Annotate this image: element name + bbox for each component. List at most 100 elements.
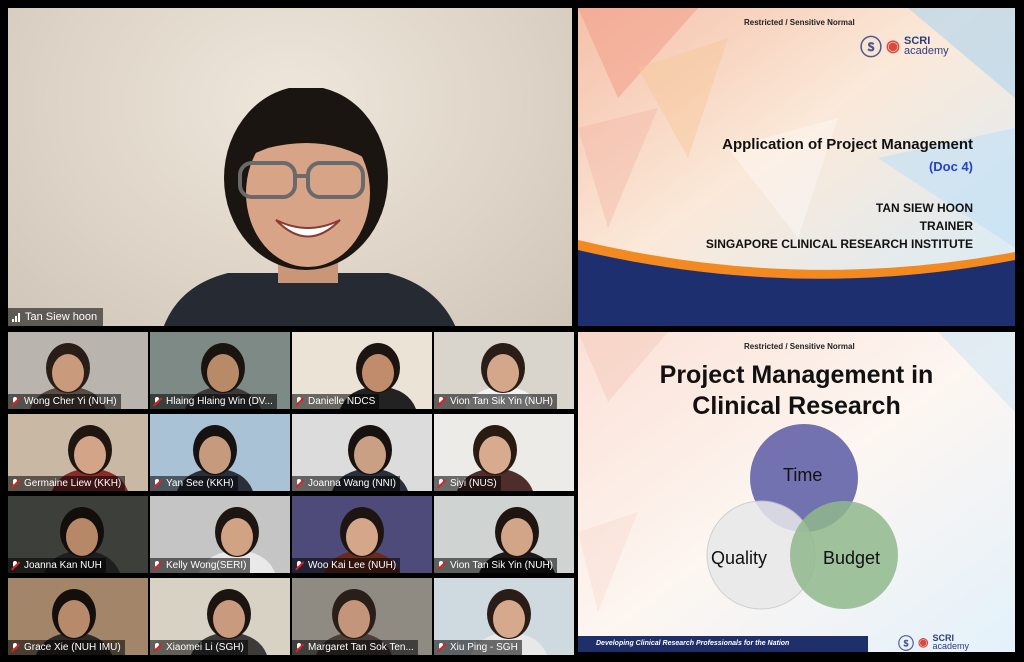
mic-muted-icon — [11, 479, 20, 488]
person-face — [74, 436, 106, 474]
participant-name-tag: Germaine Liew (KKH) — [8, 476, 126, 491]
participant-name-tag: Vion Tan Sik Yin (NUH) — [434, 394, 558, 409]
participant-name-tag: Woo Kai Lee (NUH) — [292, 558, 401, 573]
participant-name: Grace Xie (NUH IMU) — [24, 642, 121, 653]
participant-name: Vion Tan Sik Yin (NUH) — [450, 396, 554, 407]
person-face — [52, 354, 84, 392]
participant-tile[interactable]: Woo Kai Lee (NUH) — [292, 496, 432, 573]
participant-tile[interactable]: Wong Cher Yi (NUH) — [8, 332, 148, 409]
participant-name-tag: Kelly Wong(SERI) — [150, 558, 251, 573]
participant-name-tag: Xiu Ping - SGH — [434, 640, 522, 655]
person-face — [487, 354, 519, 392]
participant-name-tag: Joanna Wang (NNI) — [292, 476, 400, 491]
participant-tile[interactable]: Joanna Wang (NNI) — [292, 414, 432, 491]
shared-slide-venn: Restricted / Sensitive Normal Project Ma… — [578, 332, 1015, 652]
mic-muted-icon — [153, 643, 162, 652]
person-face — [346, 518, 378, 556]
participant-tile[interactable]: Kelly Wong(SERI) — [150, 496, 290, 573]
mic-muted-icon — [153, 397, 162, 406]
signal-strength-icon — [12, 312, 20, 322]
person-face — [199, 436, 231, 474]
participant-name-tag: Vion Tan Sik Yin (NUH) — [434, 558, 558, 573]
participant-tile[interactable]: Hlaing Hlaing Win (DV... — [150, 332, 290, 409]
participant-name: Hlaing Hlaing Win (DV... — [166, 396, 273, 407]
mic-muted-icon — [295, 397, 304, 406]
participant-name: Vion Tan Sik Yin (NUH) — [450, 560, 554, 571]
mic-muted-icon — [437, 479, 446, 488]
participant-name: Siyi (NUS) — [450, 478, 497, 489]
shared-slide-title: Restricted / Sensitive Normal ⓢ ◉ SCRI a… — [578, 8, 1015, 326]
mic-muted-icon — [437, 397, 446, 406]
participant-name-tag: Wong Cher Yi (NUH) — [8, 394, 121, 409]
mic-muted-icon — [11, 643, 20, 652]
person-face — [479, 436, 511, 474]
person-face — [501, 518, 533, 556]
participant-name-tag: Xiaomei Li (SGH) — [150, 640, 248, 655]
venn-label-quality: Quality — [711, 548, 768, 568]
mic-muted-icon — [295, 561, 304, 570]
participant-tile[interactable]: Danielle NDCS — [292, 332, 432, 409]
mic-muted-icon — [437, 643, 446, 652]
person-face — [213, 600, 245, 638]
speaker-video[interactable]: Tan Siew hoon — [8, 8, 572, 326]
participant-tile[interactable]: Joanna Kan NUH — [8, 496, 148, 573]
presenter-role: TRAINER — [919, 219, 973, 233]
participant-name: Joanna Kan NUH — [24, 560, 102, 571]
participant-tile[interactable]: Vion Tan Sik Yin (NUH) — [434, 332, 574, 409]
participant-name: Margaret Tan Sok Ten... — [308, 642, 414, 653]
mic-muted-icon — [295, 479, 304, 488]
participant-name: Joanna Wang (NNI) — [308, 478, 396, 489]
participant-name: Xiaomei Li (SGH) — [166, 642, 244, 653]
participant-tile[interactable]: Grace Xie (NUH IMU) — [8, 578, 148, 655]
slide2-title-line2: Clinical Research — [692, 392, 901, 420]
participant-tile[interactable]: Vion Tan Sik Yin (NUH) — [434, 496, 574, 573]
presenter-name: TAN SIEW HOON — [875, 201, 973, 215]
slide-footer: Developing Clinical Research Professiona… — [578, 636, 868, 652]
person-face — [58, 600, 90, 638]
mic-muted-icon — [437, 561, 446, 570]
logo-academy-text-footer: academy — [932, 641, 970, 651]
participant-tile[interactable]: Margaret Tan Sok Ten... — [292, 578, 432, 655]
participant-name-tag: Margaret Tan Sok Ten... — [292, 640, 418, 655]
logo-academy-text: academy — [903, 45, 949, 57]
participant-tile[interactable]: Yan See (KKH) — [150, 414, 290, 491]
participant-name: Germaine Liew (KKH) — [24, 478, 122, 489]
academy-mark-icon: ◉ — [886, 38, 900, 55]
person-face — [66, 518, 98, 556]
speaker-person-image — [164, 88, 456, 326]
venn-label-budget: Budget — [823, 548, 881, 568]
scri-logo: ⓢ ◉ SCRI academy — [860, 30, 949, 62]
participant-name: Danielle NDCS — [308, 396, 376, 407]
participant-name-tag: Danielle NDCS — [292, 394, 380, 409]
participant-tile[interactable]: Siyi (NUS) — [434, 414, 574, 491]
participant-tile[interactable]: Germaine Liew (KKH) — [8, 414, 148, 491]
academy-mark-icon-footer: ◉ — [918, 635, 929, 649]
participant-tile[interactable]: Xiaomei Li (SGH) — [150, 578, 290, 655]
participant-name-tag: Hlaing Hlaing Win (DV... — [150, 394, 277, 409]
participant-tile[interactable]: Xiu Ping - SGH — [434, 578, 574, 655]
participant-name-tag: Joanna Kan NUH — [8, 558, 106, 573]
slide2-title-line1: Project Management in — [659, 361, 934, 389]
participant-name: Wong Cher Yi (NUH) — [24, 396, 117, 407]
participant-name: Kelly Wong(SERI) — [166, 560, 247, 571]
mic-muted-icon — [153, 479, 162, 488]
mic-muted-icon — [153, 561, 162, 570]
participant-name-tag: Siyi (NUS) — [434, 476, 501, 491]
slide-title: Application of Project Management — [722, 136, 973, 153]
mic-muted-icon — [295, 643, 304, 652]
restricted-label: Restricted / Sensitive Normal — [744, 18, 855, 27]
person-face — [362, 354, 394, 392]
mic-muted-icon — [11, 397, 20, 406]
participant-name: Woo Kai Lee (NUH) — [308, 560, 397, 571]
participant-name-tag: Yan See (KKH) — [150, 476, 238, 491]
person-face — [354, 436, 386, 474]
scri-mark-icon-footer: ⓢ — [898, 636, 915, 652]
person-face — [221, 518, 253, 556]
speaker-name: Tan Siew hoon — [25, 311, 98, 323]
presenter-org: SINGAPORE CLINICAL RESEARCH INSTITUTE — [705, 237, 973, 251]
person-face — [338, 600, 370, 638]
slide-doc-label: (Doc 4) — [928, 159, 973, 174]
mic-muted-icon — [11, 561, 20, 570]
restricted-label-2: Restricted / Sensitive Normal — [744, 342, 855, 351]
person-face — [207, 354, 239, 392]
